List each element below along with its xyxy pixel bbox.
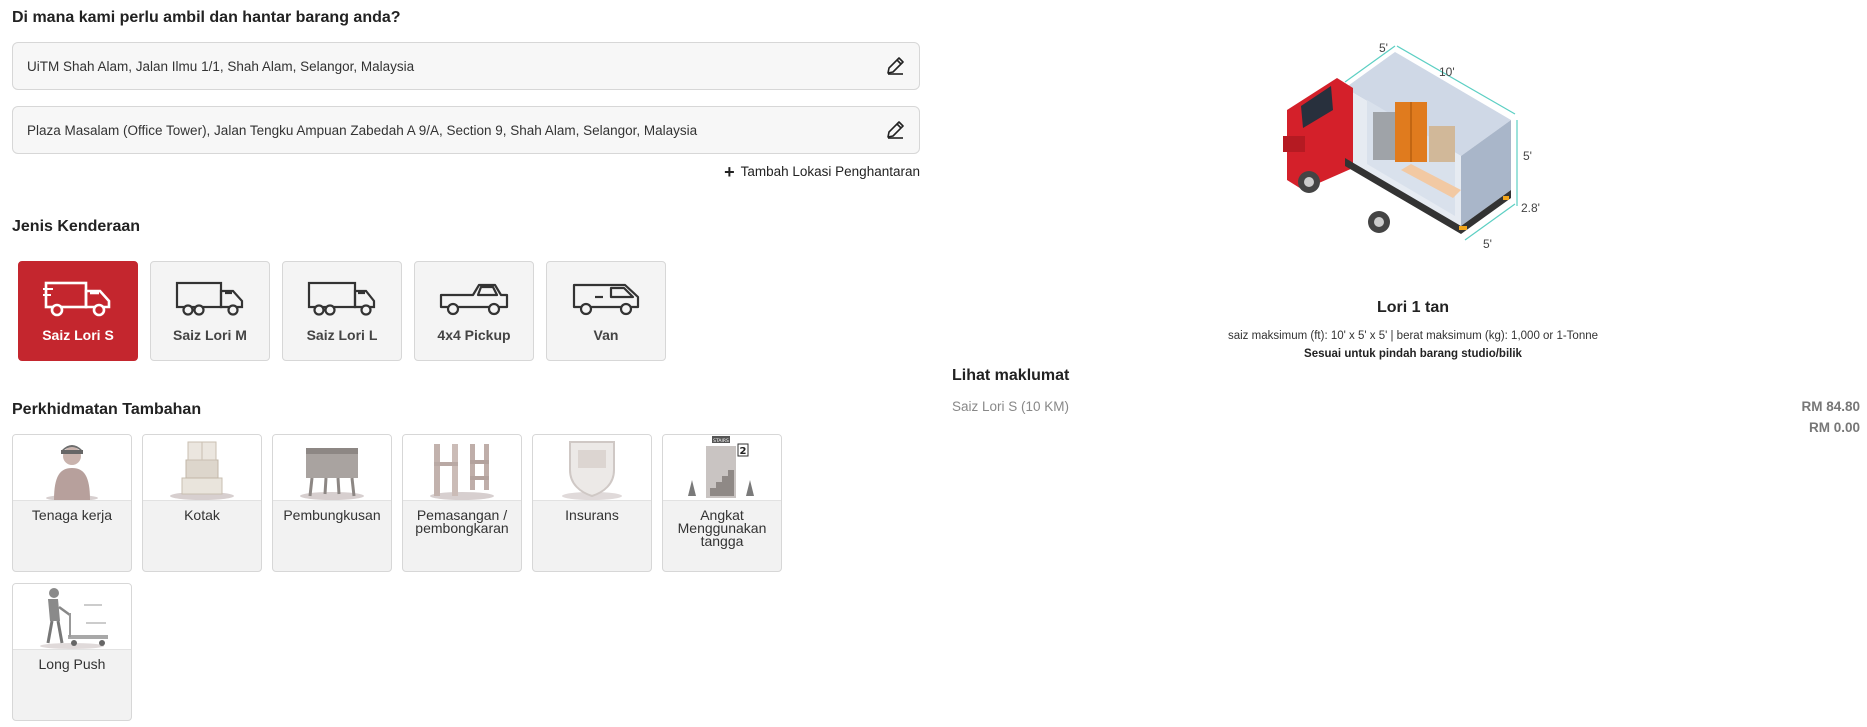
vehicle-option-label: Van bbox=[593, 327, 619, 343]
service-option-stairs[interactable]: STAIRS 2 Angkat Menggunakan tangga bbox=[662, 434, 782, 572]
service-option-label: Tenaga kerja bbox=[31, 507, 113, 523]
boxes-icon bbox=[170, 441, 234, 500]
vehicle-type-heading: Jenis Kenderaan bbox=[12, 218, 141, 235]
pickup-address-text: UiTM Shah Alam, Jalan Ilmu 1/1, Shah Ala… bbox=[27, 58, 415, 74]
vehicle-option-lorry-l[interactable]: Saiz Lori L bbox=[282, 261, 402, 361]
service-option-labour[interactable]: Tenaga kerja bbox=[12, 434, 132, 572]
trolley-icon bbox=[40, 588, 108, 649]
vehicle-option-pickup[interactable]: 4x4 Pickup bbox=[414, 261, 534, 361]
pickup-address-field[interactable]: UiTM Shah Alam, Jalan Ilmu 1/1, Shah Ala… bbox=[12, 42, 920, 90]
van-icon bbox=[572, 283, 640, 316]
summary-line-label: Saiz Lori S (10 KM) bbox=[952, 399, 1070, 414]
dim-floor-height: 2.8' bbox=[1521, 201, 1540, 215]
location-heading: Di mana kami perlu ambil dan hantar bara… bbox=[12, 9, 401, 26]
add-delivery-location-label: Tambah Lokasi Penghantaran bbox=[740, 164, 920, 179]
large-lorry-icon bbox=[307, 281, 376, 316]
service-option-boxes[interactable]: Kotak bbox=[142, 434, 262, 572]
service-option-label: Kotak bbox=[184, 507, 220, 523]
service-option-packing[interactable]: Pembungkusan bbox=[272, 434, 392, 572]
plus-icon: + bbox=[724, 161, 735, 182]
edit-pencil-icon[interactable] bbox=[885, 120, 905, 140]
truck-suitability: Sesuai untuk pindah barang studio/bilik bbox=[1304, 348, 1522, 360]
stairs-sign-text: STAIRS bbox=[713, 438, 729, 444]
dim-bottom-width: 5' bbox=[1483, 237, 1492, 251]
service-option-label: Pemasangan / pembongkaran bbox=[415, 507, 509, 536]
assembly-icon bbox=[430, 444, 494, 500]
floor-number-text: 2 bbox=[740, 446, 747, 457]
small-lorry-icon bbox=[43, 281, 111, 317]
worker-icon bbox=[46, 445, 98, 500]
service-option-label: Insurans bbox=[565, 507, 619, 523]
summary-line-price-secondary: RM 0.00 bbox=[1808, 420, 1860, 435]
vehicle-option-label: Saiz Lori L bbox=[306, 327, 378, 343]
dim-top-width: 5' bbox=[1379, 41, 1388, 55]
medium-lorry-icon bbox=[175, 281, 244, 316]
vehicle-option-lorry-s[interactable]: Saiz Lori S bbox=[18, 261, 138, 361]
vehicle-option-van[interactable]: Van bbox=[546, 261, 666, 361]
vehicle-option-label: Saiz Lori M bbox=[173, 327, 247, 343]
service-option-insurance[interactable]: Insurans bbox=[532, 434, 652, 572]
dim-height: 5' bbox=[1523, 149, 1532, 163]
service-option-assembly[interactable]: Pemasangan / pembongkaran bbox=[402, 434, 522, 572]
vehicle-option-label: 4x4 Pickup bbox=[437, 327, 511, 343]
packing-icon bbox=[300, 448, 364, 500]
dim-length: 10' bbox=[1439, 65, 1455, 79]
vehicle-option-label: Saiz Lori S bbox=[42, 327, 114, 343]
summary-line-price: RM 84.80 bbox=[1801, 399, 1860, 414]
insurance-icon bbox=[562, 441, 622, 500]
edit-pencil-icon[interactable] bbox=[885, 56, 905, 76]
truck-dimension-illustration: 5' 10' 5' 2.8' 5' bbox=[1283, 41, 1540, 251]
truck-spec: saiz maksimum (ft): 10' x 5' x 5' | bera… bbox=[1227, 330, 1599, 342]
vehicle-option-lorry-m[interactable]: Saiz Lori M bbox=[150, 261, 270, 361]
truck-title: Lori 1 tan bbox=[1376, 299, 1449, 316]
service-option-long-push[interactable]: Long Push bbox=[12, 583, 132, 721]
pickup-icon bbox=[439, 283, 509, 316]
dropoff-address-text: Plaza Masalam (Office Tower), Jalan Teng… bbox=[27, 122, 698, 138]
dropoff-address-field[interactable]: Plaza Masalam (Office Tower), Jalan Teng… bbox=[12, 106, 920, 154]
view-details-heading: Lihat maklumat bbox=[952, 367, 1070, 384]
service-option-label: Long Push bbox=[38, 656, 106, 672]
add-delivery-location-link[interactable]: + Tambah Lokasi Penghantaran bbox=[724, 161, 920, 182]
service-option-label: Pembungkusan bbox=[283, 507, 381, 523]
stairs-icon: STAIRS 2 bbox=[688, 436, 754, 498]
service-option-label: Angkat Menggunakan tangga bbox=[677, 507, 767, 549]
additional-services-heading: Perkhidmatan Tambahan bbox=[12, 401, 202, 418]
